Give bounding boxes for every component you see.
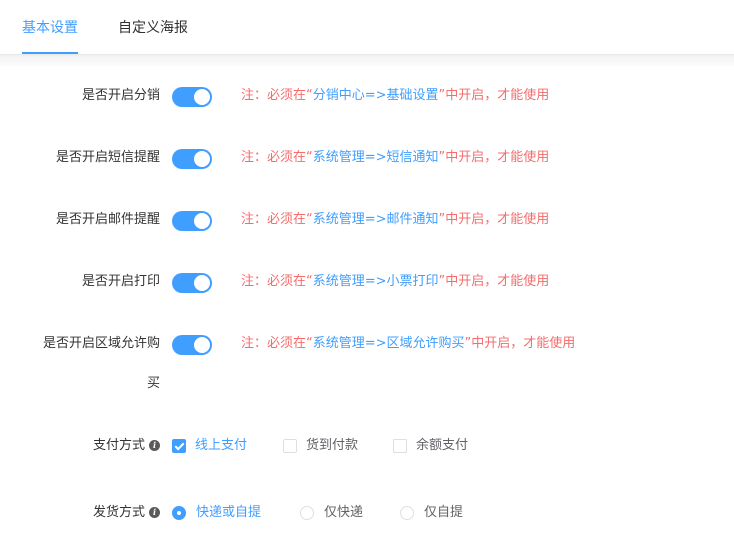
- note-prefix: 注：必须在“: [241, 336, 313, 351]
- switch-knob: [194, 89, 210, 105]
- print-note: 注：必须在“系统管理=>小票打印”中开启，才能使用: [241, 272, 549, 292]
- region-purchase-label: 是否开启区域允许购买: [42, 336, 160, 391]
- note-path: 系统管理=>短信通知: [312, 150, 439, 165]
- online-payment-label[interactable]: 线上支付: [195, 436, 247, 456]
- cod-checkbox[interactable]: [283, 439, 297, 453]
- switch-knob: [194, 151, 210, 167]
- note-suffix: ”中开启，才能使用: [438, 88, 550, 103]
- balance-payment-checkbox[interactable]: [393, 439, 407, 453]
- sms-reminder-label: 是否开启短信提醒: [55, 150, 160, 165]
- email-reminder-label: 是否开启邮件提醒: [55, 212, 160, 227]
- info-icon[interactable]: i: [149, 440, 160, 451]
- switch-knob: [194, 213, 210, 229]
- note-suffix: ”中开启，才能使用: [438, 274, 550, 289]
- distribution-label: 是否开启分销: [81, 88, 160, 103]
- sms-reminder-note: 注：必须在“系统管理=>短信通知”中开启，才能使用: [241, 148, 549, 168]
- print-label: 是否开启打印: [81, 274, 160, 289]
- info-icon[interactable]: i: [149, 507, 160, 518]
- distribution-note: 注：必须在“分销中心=>基础设置”中开启，才能使用: [241, 86, 549, 106]
- note-path: 系统管理=>区域允许购买: [312, 336, 465, 351]
- express-or-pickup-radio[interactable]: [172, 506, 186, 520]
- distribution-switch[interactable]: [172, 87, 212, 107]
- tab-bar: 基本设置 自定义海报: [0, 0, 734, 55]
- switch-knob: [194, 337, 210, 353]
- note-suffix: ”中开启，才能使用: [438, 212, 550, 227]
- sms-reminder-switch[interactable]: [172, 149, 212, 169]
- balance-payment-label[interactable]: 余额支付: [416, 436, 468, 456]
- switch-knob: [194, 275, 210, 291]
- note-prefix: 注：必须在“: [241, 274, 313, 289]
- pickup-only-label[interactable]: 仅自提: [424, 503, 463, 523]
- cod-label[interactable]: 货到付款: [306, 436, 358, 456]
- region-purchase-switch[interactable]: [172, 335, 212, 355]
- shipping-method-label: 发货方式 i: [93, 503, 160, 523]
- tab-custom-poster[interactable]: 自定义海报: [118, 18, 188, 38]
- note-suffix: ”中开启，才能使用: [438, 150, 550, 165]
- tabs-divider: [0, 54, 734, 66]
- online-payment-checkbox[interactable]: [172, 439, 186, 453]
- region-purchase-note: 注：必须在“系统管理=>区域允许购买”中开启，才能使用: [241, 334, 575, 354]
- note-path: 系统管理=>邮件通知: [312, 212, 439, 227]
- note-path: 系统管理=>小票打印: [312, 274, 439, 289]
- note-suffix: ”中开启，才能使用: [464, 336, 576, 351]
- express-only-label[interactable]: 仅快递: [324, 503, 363, 523]
- pickup-only-radio[interactable]: [400, 506, 414, 520]
- tab-basic-settings[interactable]: 基本设置: [22, 18, 78, 38]
- payment-method-label: 支付方式 i: [93, 436, 160, 456]
- email-reminder-switch[interactable]: [172, 211, 212, 231]
- payment-method-text: 支付方式: [92, 438, 145, 453]
- express-or-pickup-label[interactable]: 快递或自提: [196, 503, 261, 523]
- print-switch[interactable]: [172, 273, 212, 293]
- note-prefix: 注：必须在“: [241, 212, 313, 227]
- note-prefix: 注：必须在“: [241, 150, 313, 165]
- note-path: 分销中心=>基础设置: [312, 88, 439, 103]
- note-prefix: 注：必须在“: [241, 88, 313, 103]
- shipping-method-text: 发货方式: [92, 505, 145, 520]
- express-only-radio[interactable]: [300, 506, 314, 520]
- email-reminder-note: 注：必须在“系统管理=>邮件通知”中开启，才能使用: [241, 210, 549, 230]
